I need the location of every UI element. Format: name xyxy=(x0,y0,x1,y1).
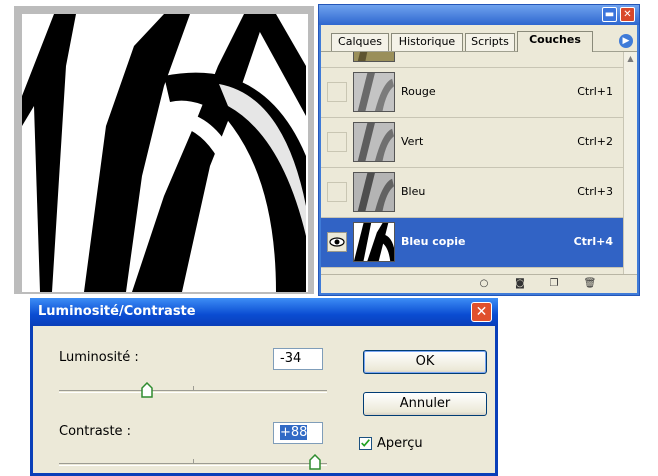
scroll-up-icon[interactable]: ▲ xyxy=(624,52,637,66)
channel-shortcut: Ctrl+3 xyxy=(577,185,613,198)
contrast-input[interactable]: +88 xyxy=(273,422,323,444)
channel-row-bleu[interactable]: Bleu Ctrl+3 xyxy=(321,168,623,218)
contrast-slider-track[interactable] xyxy=(59,459,327,466)
panel-menu-icon[interactable]: ▶ xyxy=(619,34,633,48)
channel-thumbnail xyxy=(353,52,395,62)
channel-thumbnail xyxy=(353,72,395,112)
checkmark-icon xyxy=(361,439,370,447)
trash-icon[interactable]: 🗑 xyxy=(583,277,597,290)
ok-button[interactable]: OK xyxy=(363,350,487,374)
contrast-slider-thumb[interactable] xyxy=(309,454,321,470)
channels-panel: ▬ ✕ Calques Historique Scripts Couches ▶ xyxy=(318,4,640,296)
visibility-toggle[interactable] xyxy=(327,232,347,252)
dialog-titlebar[interactable]: Luminosité/Contraste ✕ xyxy=(30,298,498,326)
checkbox-box[interactable] xyxy=(359,437,372,450)
load-selection-icon[interactable]: ○ xyxy=(477,277,491,290)
minimize-icon[interactable]: ▬ xyxy=(602,7,617,22)
close-icon[interactable]: ✕ xyxy=(620,7,635,22)
channel-shortcut: Ctrl+4 xyxy=(573,235,613,248)
channel-thumbnail xyxy=(353,222,395,262)
slider-center-tick xyxy=(193,459,194,463)
brightness-slider-track[interactable] xyxy=(59,386,327,393)
brightness-label: Luminosité : xyxy=(59,350,139,365)
brightness-input[interactable]: -34 xyxy=(273,348,323,370)
panel-titlebar[interactable]: ▬ ✕ xyxy=(319,5,639,25)
save-selection-icon[interactable]: ◙ xyxy=(513,277,527,290)
channel-row-vert[interactable]: Vert Ctrl+2 xyxy=(321,118,623,168)
dialog-title: Luminosité/Contraste xyxy=(38,304,196,319)
visibility-toggle[interactable] xyxy=(327,182,347,202)
visibility-toggle[interactable] xyxy=(327,82,347,102)
contrast-input-value: +88 xyxy=(280,425,308,440)
cancel-button[interactable]: Annuler xyxy=(363,392,487,416)
tab-calques[interactable]: Calques xyxy=(331,33,389,51)
image-canvas[interactable] xyxy=(14,6,314,294)
channel-shortcut: Ctrl+2 xyxy=(577,135,613,148)
new-channel-icon[interactable]: ❐ xyxy=(547,277,561,290)
channel-name: Bleu xyxy=(401,185,426,198)
slider-center-tick xyxy=(193,386,194,390)
channel-row-bleu-copie[interactable]: Bleu copie Ctrl+4 xyxy=(321,218,623,268)
tab-historique[interactable]: Historique xyxy=(391,33,463,51)
channel-name: Vert xyxy=(401,135,424,148)
channel-list-scrollbar[interactable]: ▲ ▼ xyxy=(623,52,637,292)
channel-name: Rouge xyxy=(401,85,436,98)
channel-row-composite[interactable] xyxy=(321,52,623,68)
visibility-toggle[interactable] xyxy=(327,132,347,152)
brightness-slider-thumb[interactable] xyxy=(141,382,153,398)
tab-couches[interactable]: Couches xyxy=(517,31,593,52)
panel-tabbar: Calques Historique Scripts Couches ▶ xyxy=(321,25,637,52)
contrast-label: Contraste : xyxy=(59,424,132,439)
channel-thumbnail xyxy=(353,172,395,212)
high-contrast-image xyxy=(22,14,308,293)
channel-name: Bleu copie xyxy=(401,235,466,248)
preview-label: Aperçu xyxy=(377,436,423,451)
panel-footer: ○ ◙ ❐ 🗑 xyxy=(321,274,637,293)
channel-row-rouge[interactable]: Rouge Ctrl+1 xyxy=(321,68,623,118)
channel-list: Rouge Ctrl+1 Vert Ctrl+2 Bleu Ctrl+3 Ble… xyxy=(321,52,623,292)
eye-icon xyxy=(329,237,345,247)
panel-body: Calques Historique Scripts Couches ▶ Rou… xyxy=(321,25,637,293)
tab-scripts[interactable]: Scripts xyxy=(465,33,515,51)
channel-shortcut: Ctrl+1 xyxy=(577,85,613,98)
close-icon[interactable]: ✕ xyxy=(471,302,492,322)
brightness-contrast-dialog: Luminosité/Contraste ✕ Luminosité : -34 … xyxy=(30,298,498,476)
channel-thumbnail xyxy=(353,122,395,162)
